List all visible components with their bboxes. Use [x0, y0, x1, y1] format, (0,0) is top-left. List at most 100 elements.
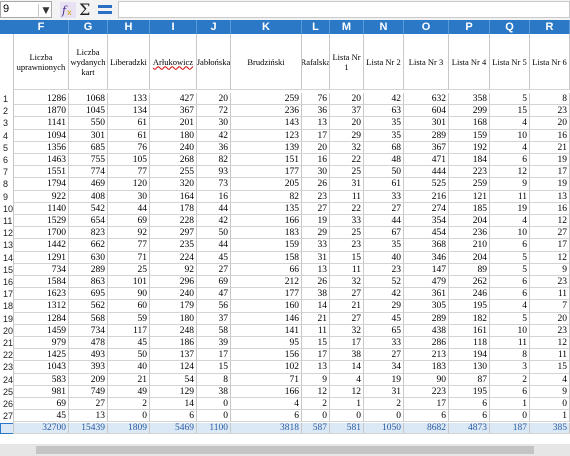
table-cell[interactable]: 93 — [197, 166, 231, 179]
table-cell[interactable]: 158 — [231, 251, 302, 264]
table-cell[interactable]: 20 — [530, 117, 570, 130]
table-cell[interactable]: 178 — [150, 202, 197, 215]
table-cell[interactable]: 120 — [108, 178, 150, 191]
column-header[interactable]: R — [530, 20, 570, 34]
table-cell[interactable]: 695 — [69, 288, 108, 301]
table-cell[interactable]: 38 — [302, 288, 330, 301]
table-cell[interactable]: 259 — [231, 93, 302, 106]
row-number[interactable]: 26 — [0, 398, 14, 411]
table-cell[interactable]: 16 — [197, 190, 231, 203]
table-cell[interactable]: 16 — [530, 202, 570, 215]
table-cell[interactable]: 33 — [364, 190, 404, 203]
total-cell[interactable]: 1100 — [197, 423, 231, 435]
table-cell[interactable]: 146 — [231, 312, 302, 325]
table-cell[interactable]: 568 — [69, 312, 108, 325]
table-cell[interactable]: 1286 — [14, 93, 69, 106]
table-cell[interactable]: 2 — [108, 398, 150, 411]
table-cell[interactable]: 48 — [364, 154, 404, 167]
total-cell[interactable]: 5469 — [150, 423, 197, 435]
row-number[interactable]: 3 — [0, 117, 14, 130]
table-cell[interactable]: 44 — [108, 202, 150, 215]
table-cell[interactable]: 192 — [449, 141, 490, 154]
table-cell[interactable]: 542 — [69, 202, 108, 215]
table-cell[interactable]: 12 — [490, 166, 530, 179]
table-cell[interactable]: 1700 — [14, 227, 69, 240]
table-cell[interactable]: 0 — [108, 410, 150, 423]
table-cell[interactable]: 268 — [150, 154, 197, 167]
table-cell[interactable]: 2 — [490, 373, 530, 386]
table-cell[interactable]: 361 — [404, 288, 449, 301]
table-cell[interactable]: 30 — [197, 117, 231, 130]
table-cell[interactable]: 177 — [231, 166, 302, 179]
table-cell[interactable]: 27 — [197, 263, 231, 276]
table-cell[interactable]: 367 — [404, 141, 449, 154]
table-cell[interactable]: 159 — [449, 129, 490, 142]
total-cell[interactable]: 187 — [490, 423, 530, 435]
column-header[interactable]: O — [404, 20, 449, 34]
table-cell[interactable]: 121 — [449, 190, 490, 203]
table-cell[interactable]: 177 — [231, 288, 302, 301]
table-cell[interactable]: 134 — [108, 105, 150, 118]
table-cell[interactable]: 194 — [449, 349, 490, 362]
table-cell[interactable]: 1623 — [14, 288, 69, 301]
table-cell[interactable]: 755 — [69, 154, 108, 167]
table-cell[interactable]: 685 — [69, 141, 108, 154]
table-cell[interactable]: 164 — [150, 190, 197, 203]
row-number[interactable]: 10 — [0, 202, 14, 215]
table-cell[interactable]: 11 — [490, 337, 530, 350]
table-cell[interactable]: 1870 — [14, 105, 69, 118]
table-cell[interactable]: 45 — [364, 312, 404, 325]
table-cell[interactable]: 61 — [108, 129, 150, 142]
row-number[interactable]: 5 — [0, 141, 14, 154]
table-cell[interactable]: 102 — [231, 361, 302, 374]
table-cell[interactable]: 32 — [330, 324, 364, 337]
table-cell[interactable]: 15 — [302, 337, 330, 350]
table-cell[interactable]: 368 — [404, 239, 449, 252]
table-cell[interactable]: 92 — [150, 263, 197, 276]
table-cell[interactable]: 76 — [302, 93, 330, 106]
table-cell[interactable]: 469 — [69, 178, 108, 191]
column-header[interactable]: P — [449, 20, 490, 34]
table-cell[interactable]: 21 — [530, 141, 570, 154]
table-cell[interactable]: 6 — [490, 154, 530, 167]
table-cell[interactable]: 9 — [302, 373, 330, 386]
table-cell[interactable]: 438 — [404, 324, 449, 337]
table-cell[interactable]: 7 — [530, 300, 570, 313]
table-cell[interactable]: 50 — [364, 166, 404, 179]
table-cell[interactable]: 201 — [150, 117, 197, 130]
table-cell[interactable]: 66 — [231, 263, 302, 276]
table-cell[interactable]: 42 — [364, 93, 404, 106]
row-number[interactable]: 21 — [0, 337, 14, 350]
header-cell[interactable]: Lista Nr 2 — [364, 34, 404, 90]
table-cell[interactable]: 54 — [150, 373, 197, 386]
table-cell[interactable]: 123 — [231, 129, 302, 142]
table-cell[interactable]: 749 — [69, 385, 108, 398]
table-cell[interactable]: 45 — [14, 410, 69, 423]
table-cell[interactable]: 25 — [330, 227, 364, 240]
table-cell[interactable]: 143 — [231, 117, 302, 130]
table-cell[interactable]: 22 — [330, 202, 364, 215]
table-cell[interactable]: 240 — [150, 141, 197, 154]
row-number[interactable]: 7 — [0, 166, 14, 179]
table-cell[interactable]: 478 — [69, 337, 108, 350]
table-cell[interactable]: 77 — [108, 166, 150, 179]
row-number[interactable]: 15 — [0, 263, 14, 276]
table-cell[interactable]: 50 — [197, 227, 231, 240]
header-cell[interactable]: Lista Nr 3 — [404, 34, 449, 90]
table-cell[interactable]: 6 — [490, 288, 530, 301]
table-cell[interactable]: 583 — [14, 373, 69, 386]
table-cell[interactable]: 0 — [364, 410, 404, 423]
table-cell[interactable]: 427 — [150, 93, 197, 106]
table-cell[interactable]: 204 — [449, 251, 490, 264]
table-cell[interactable]: 4 — [530, 373, 570, 386]
table-cell[interactable]: 0 — [197, 410, 231, 423]
table-cell[interactable]: 11 — [530, 288, 570, 301]
table-cell[interactable]: 246 — [449, 288, 490, 301]
table-cell[interactable]: 11 — [330, 263, 364, 276]
table-cell[interactable]: 184 — [449, 154, 490, 167]
table-cell[interactable]: 56 — [197, 300, 231, 313]
row-number[interactable]: 11 — [0, 215, 14, 228]
table-cell[interactable]: 69 — [108, 215, 150, 228]
table-cell[interactable]: 67 — [364, 227, 404, 240]
table-cell[interactable]: 6 — [231, 410, 302, 423]
